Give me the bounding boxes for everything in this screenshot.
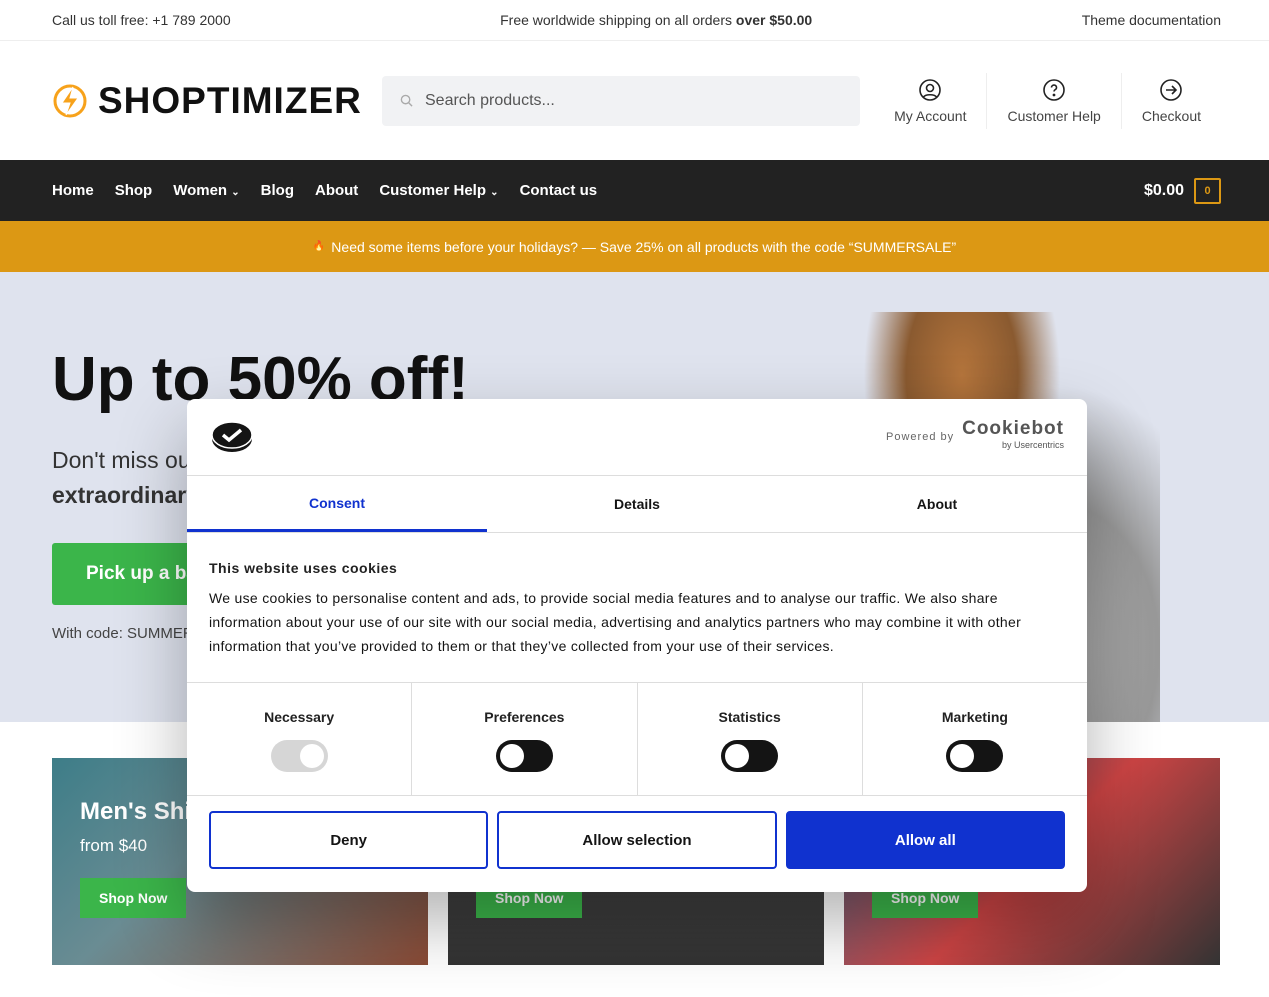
marketing-label: Marketing [941, 709, 1008, 725]
my-account-label: My Account [894, 107, 967, 124]
tab-about[interactable]: About [787, 476, 1087, 532]
hero-line2: extraordinary [52, 482, 200, 508]
customer-help-link[interactable]: Customer Help [986, 72, 1120, 129]
promo-text: Need some items before your holidays? — … [331, 238, 957, 255]
shipping-text: Free worldwide shipping on all orders ov… [500, 12, 812, 28]
deny-button[interactable]: Deny [209, 811, 489, 869]
my-account-link[interactable]: My Account [874, 73, 986, 129]
chevron-down-icon: ⌄ [231, 187, 240, 198]
cart-button[interactable]: $0.00 0 [1143, 177, 1221, 204]
powered-by: Powered by Cookiebot by Usercentrics [886, 418, 1064, 453]
user-circle-icon [919, 78, 942, 101]
search-input[interactable]: Search products... [382, 75, 860, 126]
nav-shop[interactable]: Shop [115, 182, 153, 199]
tab-details[interactable]: Details [487, 476, 787, 532]
arrow-circle-icon [1160, 78, 1183, 101]
allow-selection-button[interactable]: Allow selection [497, 811, 777, 869]
cookiebot-logo-icon [211, 421, 253, 452]
logo-text: SHOPTIMIZER [98, 79, 362, 121]
search-placeholder: Search products... [425, 91, 555, 109]
preferences-toggle[interactable] [495, 740, 553, 772]
cookie-toggles: Necessary Preferences Statistics Marketi… [187, 683, 1087, 796]
necessary-toggle [270, 740, 328, 772]
phone-text: Call us toll free: +1 789 2000 [52, 12, 231, 28]
allow-all-button[interactable]: Allow all [785, 811, 1065, 869]
theme-docs-link[interactable]: Theme documentation [1082, 12, 1221, 28]
fire-icon: 🔥 [312, 241, 326, 252]
nav-customer-help[interactable]: Customer Help ⌄ [379, 182, 498, 199]
shipping-threshold: over $50.00 [735, 12, 813, 28]
top-bar: Call us toll free: +1 789 2000 Free worl… [0, 0, 1269, 41]
cookiebot-brand-sub: by Usercentrics [1001, 440, 1064, 450]
checkout-link[interactable]: Checkout [1120, 72, 1221, 129]
preferences-label: Preferences [484, 709, 565, 725]
question-circle-icon [1043, 78, 1065, 101]
lightning-logo-icon [53, 84, 87, 117]
site-header: SHOPTIMIZER Search products... My Accoun… [0, 41, 1269, 160]
marketing-toggle[interactable] [946, 740, 1004, 772]
shipping-label: Free worldwide shipping on all orders [500, 12, 736, 28]
promo-bar: 🔥 Need some items before your holidays? —… [0, 221, 1269, 272]
cookiebot-brand: Cookiebot [962, 418, 1064, 439]
shop-now-button[interactable]: Shop Now [80, 878, 187, 918]
powered-by-label: Powered by [886, 431, 955, 443]
cookie-consent-dialog: Powered by Cookiebot by Usercentrics Conse… [187, 399, 1087, 892]
cart-count: 0 [1194, 177, 1221, 204]
nav-contact[interactable]: Contact us [520, 182, 598, 199]
checkout-label: Checkout [1141, 107, 1201, 124]
cookie-heading: This website uses cookies [209, 560, 398, 576]
logo[interactable]: SHOPTIMIZER [52, 80, 382, 122]
statistics-toggle[interactable] [721, 740, 779, 772]
search-icon [400, 94, 413, 107]
nav-blog[interactable]: Blog [261, 182, 294, 199]
cookie-description: We use cookies to personalise content an… [209, 590, 1022, 654]
hero-line1: Don't miss our [52, 447, 199, 473]
nav-about[interactable]: About [315, 182, 358, 199]
nav-customer-help-label: Customer Help [379, 182, 486, 199]
nav-women-label: Women [173, 182, 228, 199]
customer-help-label: Customer Help [1007, 107, 1101, 124]
necessary-label: Necessary [264, 709, 335, 725]
cart-total: $0.00 [1143, 181, 1184, 199]
statistics-label: Statistics [718, 709, 781, 725]
tab-consent[interactable]: Consent [187, 476, 487, 532]
chevron-down-icon: ⌄ [490, 187, 499, 198]
nav-home[interactable]: Home [52, 182, 94, 199]
nav-women[interactable]: Women ⌄ [173, 182, 239, 199]
main-nav: Home Shop Women ⌄ Blog About Customer He… [0, 160, 1269, 221]
cookie-tabs: Consent Details About [187, 476, 1087, 533]
